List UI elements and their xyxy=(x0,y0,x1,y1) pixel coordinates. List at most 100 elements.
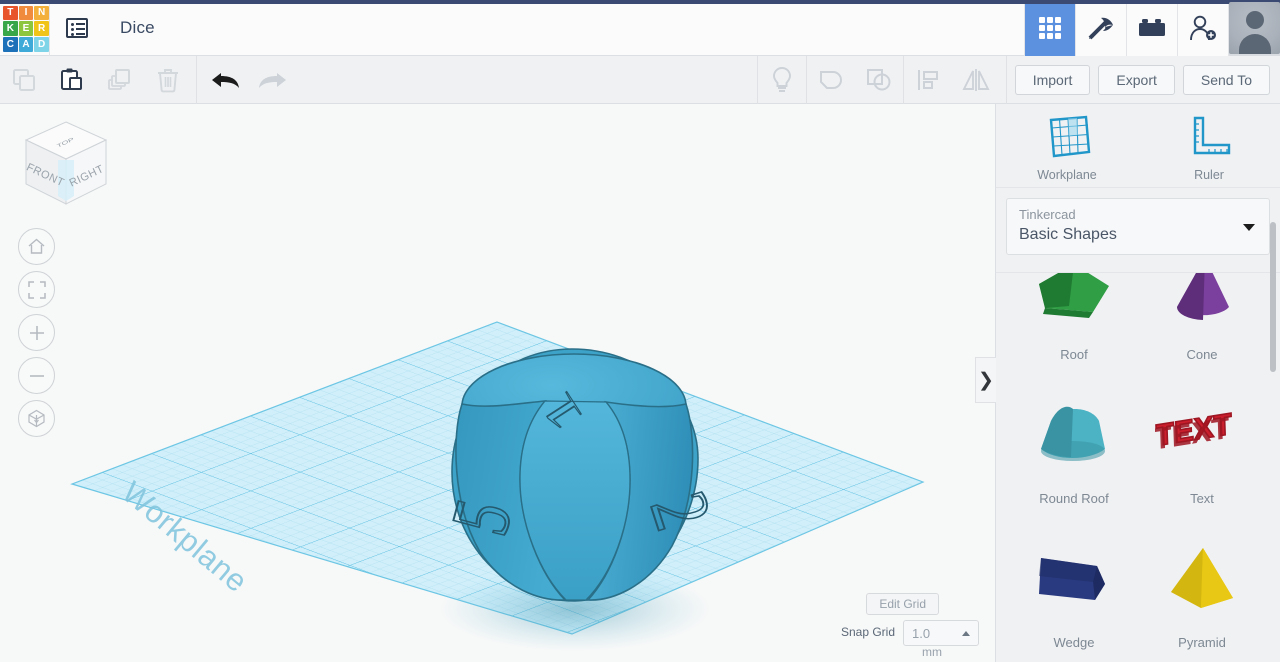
paste-icon xyxy=(59,67,85,93)
snap-grid-unit: mm xyxy=(922,645,942,659)
shape-library-select[interactable]: Tinkercad Basic Shapes xyxy=(1006,198,1270,255)
align-icon xyxy=(915,67,941,93)
page-title: Dice xyxy=(120,18,155,38)
shape-label: Cone xyxy=(1186,347,1217,362)
logo-tile-e: E xyxy=(19,21,34,36)
ruler-tool-button[interactable]: Ruler xyxy=(1138,104,1280,187)
undo-arrow-icon xyxy=(208,67,242,93)
toolbar-action-buttons: Import Export Send To xyxy=(1007,65,1280,95)
zoom-in-button[interactable] xyxy=(18,314,55,351)
pyramid-shape-icon xyxy=(1159,529,1245,629)
avatar xyxy=(1229,2,1280,54)
snap-grid-control: Snap Grid 1.0 mm xyxy=(841,620,979,646)
lego-brick-icon xyxy=(1138,17,1166,39)
header-gallery-button[interactable] xyxy=(1024,0,1075,56)
shape-label: Roof xyxy=(1060,347,1087,362)
workplane-tool-button[interactable]: Workplane xyxy=(996,104,1138,187)
duplicate-icon xyxy=(107,67,133,93)
home-view-button[interactable] xyxy=(18,228,55,265)
library-selected-label: Basic Shapes xyxy=(1019,226,1257,244)
toolbar-divider xyxy=(196,56,197,104)
fit-frame-icon xyxy=(28,281,46,299)
fit-to-view-button[interactable] xyxy=(18,271,55,308)
header-invite-button[interactable] xyxy=(1177,0,1228,56)
user-avatar-button[interactable] xyxy=(1228,0,1280,56)
pickaxe-icon xyxy=(1086,14,1116,42)
shape-item-round-roof[interactable]: Round Roof xyxy=(1010,370,1138,514)
ungroup-shapes-icon xyxy=(865,67,893,93)
snap-grid-select[interactable]: 1.0 mm xyxy=(903,620,979,646)
shape-item-pyramid[interactable]: Pyramid xyxy=(1138,514,1266,658)
hint-button[interactable] xyxy=(758,56,806,104)
delete-button[interactable] xyxy=(144,56,192,104)
undo-button[interactable] xyxy=(201,56,249,104)
shape-label: Round Roof xyxy=(1039,491,1108,506)
top-header: TINKERCAD Dice xyxy=(0,0,1280,56)
main-menu-button[interactable] xyxy=(50,0,104,56)
text-shape-icon: TEXT TEXT xyxy=(1155,385,1249,485)
logo-tile-d: D xyxy=(34,37,49,52)
chevron-down-icon xyxy=(1243,224,1255,231)
export-button[interactable]: Export xyxy=(1098,65,1174,95)
shape-item-cone[interactable]: Cone xyxy=(1138,272,1266,370)
import-button[interactable]: Import xyxy=(1015,65,1091,95)
edit-grid-button[interactable]: Edit Grid xyxy=(866,593,939,615)
lightbulb-icon xyxy=(769,66,795,94)
shape-label: Wedge xyxy=(1054,635,1095,650)
library-group-label: Tinkercad xyxy=(1019,207,1257,222)
snap-grid-value: 1.0 xyxy=(912,626,930,641)
list-menu-icon xyxy=(66,18,88,38)
workplane-grid-icon xyxy=(1042,114,1092,160)
logo-tile-i: I xyxy=(19,6,34,21)
home-icon xyxy=(27,237,46,256)
shape-label: Pyramid xyxy=(1178,635,1226,650)
shape-item-roof[interactable]: Roof xyxy=(1010,272,1138,370)
logo-tile-c: C xyxy=(3,37,18,52)
zoom-out-button[interactable] xyxy=(18,357,55,394)
copy-button[interactable] xyxy=(0,56,48,104)
group-shapes-icon xyxy=(817,67,845,93)
logo-tile-k: K xyxy=(3,21,18,36)
trash-icon xyxy=(155,67,181,93)
grid-icon xyxy=(1037,15,1063,41)
shape-item-text[interactable]: TEXT TEXT Text xyxy=(1138,370,1266,514)
tinkercad-logo[interactable]: TINKERCAD xyxy=(3,6,49,52)
cone-shape-icon xyxy=(1159,272,1245,341)
copy-icon xyxy=(11,67,37,93)
panel-tools: Workplane Ruler xyxy=(996,104,1280,188)
logo-tile-r: R xyxy=(34,21,49,36)
logo-tile-t: T xyxy=(3,6,18,21)
panel-collapse-button[interactable]: ❯ xyxy=(975,357,996,403)
shape-label: Text xyxy=(1190,491,1214,506)
workplane-scene: Workplane 1 5 2 xyxy=(0,104,995,662)
3d-canvas[interactable]: Workplane 1 5 2 xyxy=(0,104,995,662)
caret-up-icon xyxy=(962,631,970,636)
paste-button[interactable] xyxy=(48,56,96,104)
group-button[interactable] xyxy=(807,56,855,104)
roof-shape-icon xyxy=(1031,272,1117,341)
view-nav-buttons xyxy=(18,228,55,443)
header-minecraft-button[interactable] xyxy=(1075,0,1126,56)
shape-list-scrollbar[interactable] xyxy=(1270,222,1276,372)
mirror-flip-icon xyxy=(959,67,993,93)
tinkercad-app: TINKERCAD Dice xyxy=(0,0,1280,662)
shape-item-wedge[interactable]: Wedge xyxy=(1010,514,1138,658)
redo-button[interactable] xyxy=(249,56,297,104)
wedge-shape-icon xyxy=(1031,529,1117,629)
plus-icon xyxy=(28,324,46,342)
right-panel: ❯ Workplane xyxy=(995,104,1280,662)
shape-list-top-divider xyxy=(996,272,1280,273)
header-blocks-button[interactable] xyxy=(1126,0,1177,56)
add-person-icon xyxy=(1188,14,1218,42)
duplicate-button[interactable] xyxy=(96,56,144,104)
workplane-tool-label: Workplane xyxy=(1037,168,1097,182)
send-to-button[interactable]: Send To xyxy=(1183,65,1270,95)
align-button[interactable] xyxy=(904,56,952,104)
ungroup-button[interactable] xyxy=(855,56,903,104)
view-mode-button[interactable] xyxy=(18,400,55,437)
header-actions xyxy=(1024,0,1280,56)
shape-list[interactable]: Roof Cone Round Roof TEXT TEXT Text Wedg… xyxy=(996,272,1280,662)
mirror-button[interactable] xyxy=(952,56,1000,104)
view-cube[interactable]: TOP FRONT RIGHT xyxy=(18,116,114,218)
ruler-icon xyxy=(1184,114,1234,160)
